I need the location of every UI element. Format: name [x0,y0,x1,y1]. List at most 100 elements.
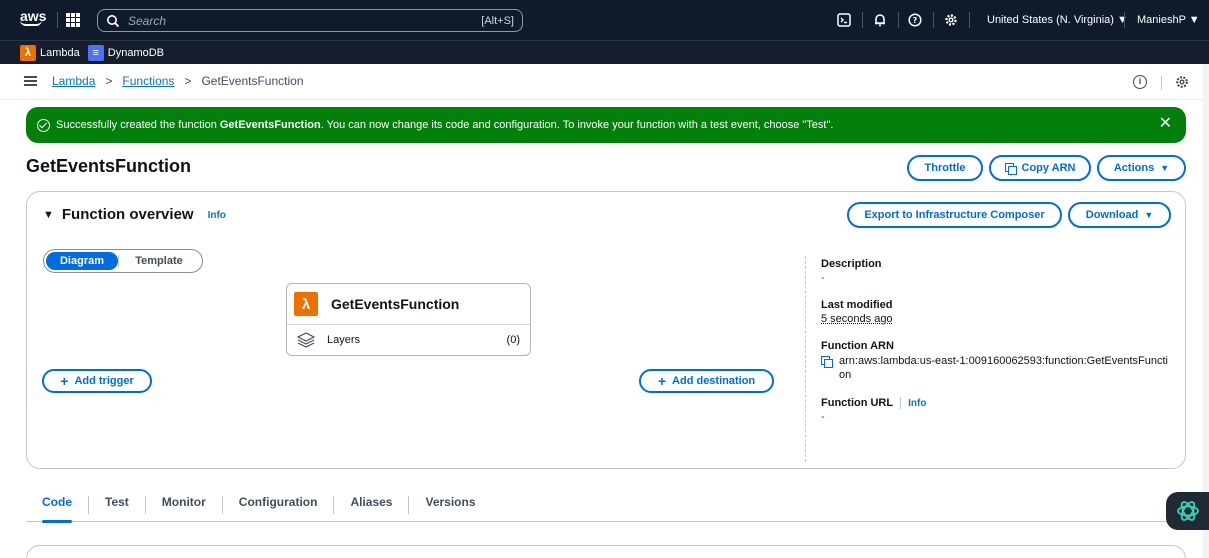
function-card-name: GetEventsFunction [331,296,460,312]
settings-gear-icon[interactable] [942,11,960,29]
diagram-toggle[interactable]: Diagram [46,252,118,270]
lambda-icon: λ [294,292,318,316]
menu-icon[interactable] [24,76,37,86]
function-card-header: λ GetEventsFunction [287,284,530,325]
copy-arn-label: Copy ARN [1021,162,1076,174]
search-shortcut: [Alt+S] [481,14,514,27]
scrollbar[interactable] [1203,64,1209,558]
download-button[interactable]: Download ▼ [1068,202,1171,228]
tab-versions[interactable]: Versions [409,490,491,522]
add-trigger-button[interactable]: + Add trigger [42,369,152,393]
function-url-info-link[interactable]: Info [908,398,926,409]
favorite-lambda[interactable]: λ Lambda [20,44,80,61]
nav-divider [933,12,934,28]
last-modified-value[interactable]: 5 seconds ago [821,313,1171,325]
layers-icon [297,332,315,348]
bell-icon[interactable] [871,11,889,29]
top-navigation: aws Search [Alt+S] ? United States (N. V… [0,0,1209,40]
aws-logo-text: aws [20,8,47,24]
add-destination-label: Add destination [672,375,756,387]
success-flash: Successfully created the function GetEve… [26,107,1186,143]
close-icon[interactable]: ✕ [1159,116,1172,132]
assistant-icon [1176,501,1199,521]
amazon-q-assistant-button[interactable] [1166,492,1209,530]
overview-header[interactable]: ▼ Function overview Info [43,206,226,223]
favorites-bar: λ Lambda ≡ DynamoDB [0,40,1209,64]
template-toggle[interactable]: Template [119,252,199,270]
function-arn-value: arn:aws:lambda:us-east-1:009160062593:fu… [839,355,1168,381]
region-selector[interactable]: United States (N. Virginia) ▼ [987,14,1128,26]
breadcrumb-lambda[interactable]: Lambda [52,74,95,88]
collapse-caret-icon[interactable]: ▼ [43,209,54,221]
add-destination-button[interactable]: + Add destination [639,369,774,393]
search-placeholder: Search [128,13,167,28]
function-url-row: Function URL Info [821,397,1171,409]
function-url-label: Function URL [821,397,894,409]
add-trigger-label: Add trigger [74,375,134,387]
actions-label: Actions [1113,162,1155,174]
tab-monitor[interactable]: Monitor [146,490,222,522]
dynamodb-icon: ≡ [87,44,104,61]
last-modified-label: Last modified [821,299,893,311]
nav-divider [898,12,899,28]
copy-arn-button[interactable]: Copy ARN [989,155,1091,181]
nav-divider [57,12,58,28]
favorite-label: Lambda [40,46,80,59]
aws-logo[interactable]: aws [20,8,47,26]
svg-text:?: ? [913,16,918,25]
flash-message: Successfully created the function GetEve… [56,119,833,131]
code-panel [26,545,1186,558]
description-label: Description [821,258,882,270]
nav-divider [1124,12,1125,28]
nav-divider [862,12,863,28]
breadcrumb-current: GetEventsFunction [201,74,304,88]
plus-icon: + [657,373,667,389]
lambda-icon: λ [20,44,36,61]
services-grid-icon[interactable] [66,13,80,27]
divider [1161,76,1162,90]
flash-prefix: Successfully created the function [56,119,220,131]
breadcrumb-bar: Lambda > Functions > GetEventsFunction i [0,64,1209,100]
tab-aliases[interactable]: Aliases [334,490,408,522]
copy-arn-icon[interactable] [821,356,833,368]
divider [900,397,902,409]
account-menu[interactable]: ManieshP ▼ [1137,14,1200,26]
page-title: GetEventsFunction [26,156,192,176]
copy-icon [1004,162,1017,175]
preferences-gear-icon[interactable] [1175,75,1189,89]
function-overview-panel: ▼ Function overview Info Export to Infra… [26,191,1186,469]
panel-divider [805,256,806,462]
nav-divider [969,12,970,28]
tab-code[interactable]: Code [26,490,88,523]
overview-title: Function overview [61,206,194,223]
help-icon[interactable]: ? [906,11,924,29]
plus-icon: + [60,373,69,389]
export-composer-button[interactable]: Export to Infrastructure Composer [847,202,1062,228]
info-icon[interactable]: i [1133,75,1147,89]
throttle-label: Throttle [924,162,966,174]
layers-row[interactable]: Layers (0) [287,325,530,355]
breadcrumb: Lambda > Functions > GetEventsFunction [52,74,304,88]
breadcrumb-separator: > [184,74,192,88]
flash-suffix: . You can now change its code and config… [320,119,834,131]
tab-test[interactable]: Test [89,490,145,522]
download-label: Download [1085,209,1139,221]
function-card[interactable]: λ GetEventsFunction Layers (0) [286,283,531,356]
overview-info-link[interactable]: Info [208,210,226,221]
throttle-button[interactable]: Throttle [907,155,983,181]
breadcrumb-functions[interactable]: Functions [122,74,174,88]
description-value: - [821,272,825,284]
function-details: Description - Last modified 5 seconds ag… [821,258,1171,423]
function-arn-label: Function ARN [821,340,894,352]
actions-button[interactable]: Actions ▼ [1097,155,1186,181]
view-toggle: Diagram Template [43,249,203,273]
favorite-label: DynamoDB [107,46,165,59]
cloudshell-icon[interactable] [835,11,853,29]
function-tabs: Code Test Monitor Configuration Aliases … [26,490,1186,523]
layers-count: (0) [506,334,520,346]
caret-down-icon: ▼ [1144,210,1154,220]
tab-configuration[interactable]: Configuration [223,490,334,522]
search-input[interactable]: Search [Alt+S] [97,9,523,32]
favorite-dynamodb[interactable]: ≡ DynamoDB [87,44,165,61]
breadcrumb-separator: > [105,74,113,88]
